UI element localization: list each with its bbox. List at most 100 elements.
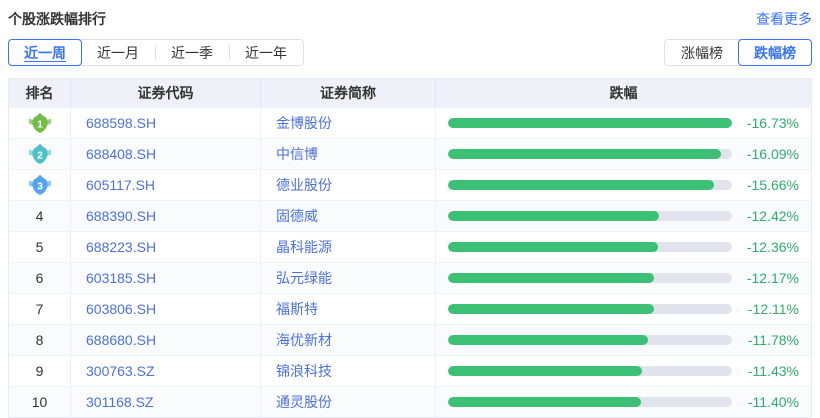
decline-bar bbox=[448, 273, 655, 283]
stock-name-link[interactable]: 固德威 bbox=[276, 206, 318, 226]
rank-cell: 9 bbox=[9, 356, 71, 386]
code-cell: 688390.SH bbox=[71, 201, 261, 231]
stock-name-link[interactable]: 通灵股份 bbox=[276, 392, 332, 412]
view-more-link[interactable]: 查看更多 bbox=[756, 9, 812, 29]
stock-code-link[interactable]: 603806.SH bbox=[86, 301, 156, 317]
stock-code-link[interactable]: 300763.SZ bbox=[86, 363, 155, 379]
change-cell: -11.43% bbox=[436, 356, 811, 386]
rank-number: 7 bbox=[35, 301, 44, 317]
decline-bar bbox=[448, 366, 642, 376]
column-header-name: 证券简称 bbox=[261, 79, 436, 107]
rank-cell: 6 bbox=[9, 263, 71, 293]
rank-number: 10 bbox=[31, 394, 48, 410]
stock-code-link[interactable]: 688390.SH bbox=[86, 208, 156, 224]
tab-last-year[interactable]: 近一年 bbox=[229, 40, 303, 65]
stock-code-link[interactable]: 688598.SH bbox=[86, 115, 156, 131]
stock-name-link[interactable]: 德业股份 bbox=[276, 175, 332, 195]
period-tab-group: 近一周 近一月 近一季 近一年 bbox=[8, 39, 304, 66]
change-cell: -12.36% bbox=[436, 232, 811, 262]
decline-bar-track bbox=[448, 118, 732, 128]
svg-text:2: 2 bbox=[37, 150, 43, 162]
filter-controls: 近一周 近一月 近一季 近一年 涨幅榜 跌幅榜 bbox=[8, 39, 812, 66]
decline-value: -12.42% bbox=[746, 208, 799, 224]
svg-text:1: 1 bbox=[37, 119, 43, 131]
table-row[interactable]: 8 688680.SH 海优新材 -11.78% bbox=[9, 324, 811, 355]
decline-value: -12.17% bbox=[746, 270, 799, 286]
decline-value: -11.43% bbox=[747, 363, 799, 379]
name-cell: 通灵股份 bbox=[261, 387, 436, 417]
table-row[interactable]: 4 688390.SH 固德威 -12.42% bbox=[9, 200, 811, 231]
decline-value: -12.36% bbox=[746, 239, 799, 255]
rank-cell: 10 bbox=[9, 387, 71, 417]
table-row[interactable]: 3 605117.SH 德业股份 -15.66% bbox=[9, 169, 811, 200]
rank-number: 6 bbox=[35, 270, 44, 286]
change-cell: -16.09% bbox=[436, 139, 811, 169]
decline-bar-track bbox=[448, 304, 732, 314]
decline-value: -16.09% bbox=[746, 146, 799, 162]
stock-name-link[interactable]: 金博股份 bbox=[276, 113, 332, 133]
decline-value: -16.73% bbox=[746, 115, 799, 131]
decline-value: -11.78% bbox=[747, 332, 799, 348]
name-cell: 海优新材 bbox=[261, 325, 436, 355]
decline-bar-track bbox=[448, 211, 732, 221]
stock-code-link[interactable]: 301168.SZ bbox=[86, 394, 153, 410]
table-row[interactable]: 9 300763.SZ 锦浪科技 -11.43% bbox=[9, 355, 811, 386]
change-cell: -11.78% bbox=[436, 325, 811, 355]
code-cell: 688223.SH bbox=[71, 232, 261, 262]
tab-gainers[interactable]: 涨幅榜 bbox=[665, 40, 739, 65]
name-cell: 福斯特 bbox=[261, 294, 436, 324]
rank-type-toggle: 涨幅榜 跌幅榜 bbox=[664, 39, 812, 66]
rank-cell: 5 bbox=[9, 232, 71, 262]
stock-code-link[interactable]: 603185.SH bbox=[86, 270, 156, 286]
rank-cell: 3 bbox=[9, 170, 71, 200]
code-cell: 605117.SH bbox=[71, 170, 261, 200]
name-cell: 金博股份 bbox=[261, 108, 436, 138]
stock-code-link[interactable]: 688680.SH bbox=[86, 332, 156, 348]
decline-bar-track bbox=[448, 366, 732, 376]
table-row[interactable]: 2 688408.SH 中信博 -16.09% bbox=[9, 138, 811, 169]
decline-bar bbox=[448, 242, 658, 252]
code-cell: 688408.SH bbox=[71, 139, 261, 169]
decline-value: -11.40% bbox=[747, 394, 799, 410]
code-cell: 603185.SH bbox=[71, 263, 261, 293]
stock-name-link[interactable]: 锦浪科技 bbox=[276, 361, 332, 381]
stock-ranking-panel: 个股涨跌幅排行 查看更多 近一周 近一月 近一季 近一年 涨幅榜 跌幅榜 排名 … bbox=[0, 0, 820, 418]
decline-bar-track bbox=[448, 180, 732, 190]
column-header-change: 跌幅 bbox=[609, 85, 638, 101]
tab-losers[interactable]: 跌幅榜 bbox=[738, 39, 812, 66]
rank-number: 5 bbox=[35, 239, 44, 255]
stock-name-link[interactable]: 弘元绿能 bbox=[276, 268, 332, 288]
stock-name-link[interactable]: 福斯特 bbox=[276, 299, 318, 319]
name-cell: 锦浪科技 bbox=[261, 356, 436, 386]
decline-bar bbox=[448, 118, 732, 128]
name-cell: 晶科能源 bbox=[261, 232, 436, 262]
rank-cell: 7 bbox=[9, 294, 71, 324]
table-row[interactable]: 6 603185.SH 弘元绿能 -12.17% bbox=[9, 262, 811, 293]
tab-last-month[interactable]: 近一月 bbox=[81, 40, 155, 65]
stock-name-link[interactable]: 海优新材 bbox=[276, 330, 332, 350]
stock-code-link[interactable]: 605117.SH bbox=[86, 177, 155, 193]
ranking-table: 排名 证券代码 证券简称 跌幅 1 688598.SH 金博股份 -16.73%… bbox=[8, 78, 812, 418]
table-row[interactable]: 5 688223.SH 晶科能源 -12.36% bbox=[9, 231, 811, 262]
column-header-rank: 排名 bbox=[9, 79, 71, 107]
decline-bar bbox=[448, 304, 654, 314]
stock-name-link[interactable]: 中信博 bbox=[276, 144, 318, 164]
name-cell: 弘元绿能 bbox=[261, 263, 436, 293]
stock-name-link[interactable]: 晶科能源 bbox=[276, 237, 332, 257]
decline-bar-track bbox=[448, 149, 732, 159]
svg-text:3: 3 bbox=[37, 181, 43, 193]
stock-code-link[interactable]: 688223.SH bbox=[86, 239, 156, 255]
tab-last-quarter[interactable]: 近一季 bbox=[155, 40, 229, 65]
table-row[interactable]: 1 688598.SH 金博股份 -16.73% bbox=[9, 107, 811, 138]
rank-cell: 1 bbox=[9, 108, 71, 138]
name-cell: 固德威 bbox=[261, 201, 436, 231]
stock-code-link[interactable]: 688408.SH bbox=[86, 146, 156, 162]
code-cell: 688680.SH bbox=[71, 325, 261, 355]
table-row[interactable]: 10 301168.SZ 通灵股份 -11.40% bbox=[9, 386, 811, 417]
change-cell: -12.42% bbox=[436, 201, 811, 231]
table-row[interactable]: 7 603806.SH 福斯特 -12.11% bbox=[9, 293, 811, 324]
change-cell: -16.73% bbox=[436, 108, 811, 138]
decline-bar bbox=[448, 397, 642, 407]
rank-3-medal-icon: 3 bbox=[28, 174, 51, 195]
tab-last-week[interactable]: 近一周 bbox=[8, 39, 82, 66]
